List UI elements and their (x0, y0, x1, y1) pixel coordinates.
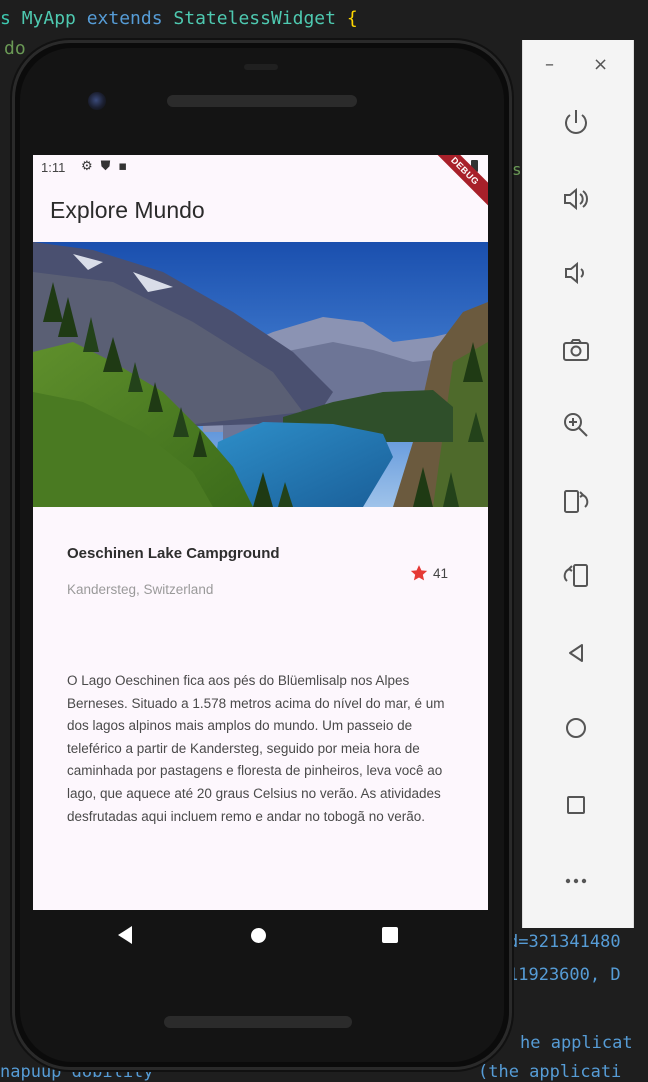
rotate-left-button[interactable] (553, 552, 599, 598)
sensor-notch (244, 64, 278, 70)
front-camera (88, 92, 106, 110)
console-line-1: d=321341480 (508, 932, 621, 952)
emu-overview-button[interactable] (553, 782, 599, 828)
console-line-4-right: (the applicati (478, 1062, 622, 1082)
home-icon (566, 718, 586, 738)
close-button[interactable]: × (593, 54, 608, 75)
gear-icon: ⚙ (81, 159, 93, 174)
shield-icon: ⛊ (100, 159, 111, 174)
rating[interactable]: 41 (409, 563, 448, 583)
rotate-right-icon (564, 490, 589, 513)
emu-home-button[interactable] (553, 705, 599, 751)
volume-up-button[interactable] (553, 176, 599, 222)
earpiece-speaker (167, 95, 357, 107)
back-icon (569, 644, 583, 662)
code-line-2: do (4, 38, 26, 59)
star-icon[interactable] (409, 563, 429, 583)
place-name: Oeschinen Lake Campground (67, 545, 280, 562)
place-location: Kandersteg, Switzerland (67, 582, 214, 597)
emulator-toolbar: – × (522, 40, 634, 928)
volume-up-icon (564, 187, 588, 211)
lake-hero-image (33, 242, 488, 507)
app-screen: 1:11 ⚙ ⛊ ▪ DEBUG Explore Mundo Oeschinen… (33, 155, 488, 910)
zoom-button[interactable] (553, 402, 599, 448)
status-bar: 1:11 ⚙ ⛊ ▪ DEBUG (33, 155, 488, 209)
emu-back-button[interactable] (553, 630, 599, 676)
console-line-2: 11923600, D (508, 965, 621, 985)
power-button[interactable] (553, 100, 599, 146)
more-icon (565, 878, 587, 884)
code-text: s (0, 8, 22, 29)
zoom-in-icon (564, 413, 588, 437)
bottom-speaker (164, 1016, 352, 1028)
volume-down-button[interactable] (553, 250, 599, 296)
sim-icon: ▪ (118, 159, 128, 174)
minimize-button[interactable]: – (545, 54, 554, 75)
back-icon[interactable] (118, 926, 132, 944)
code-keyword: extends (75, 8, 174, 29)
code-fragment: s (512, 160, 522, 179)
status-icons: ⚙ ⛊ ▪ (81, 159, 127, 174)
rating-count: 41 (433, 565, 449, 581)
code-brace: { (335, 8, 358, 29)
more-button[interactable] (553, 858, 599, 904)
app-bar-title: Explore Mundo (50, 197, 205, 223)
recents-icon[interactable] (382, 927, 398, 943)
app-bar: Explore Mundo (33, 181, 488, 241)
rotate-right-button[interactable] (553, 478, 599, 524)
status-time: 1:11 (41, 160, 66, 175)
home-icon[interactable] (251, 928, 266, 943)
console-line-3: he applicat (520, 1033, 633, 1053)
screenshot-button[interactable] (553, 327, 599, 373)
code-line-class-declaration: s MyApp extends StatelessWidget { (0, 8, 358, 29)
code-class-name: MyApp (21, 8, 76, 29)
camera-icon (563, 339, 589, 361)
place-title-row: Oeschinen Lake Campground Kandersteg, Sw… (33, 507, 488, 617)
code-superclass: StatelessWidget (173, 8, 336, 29)
android-nav-bar (33, 910, 488, 962)
volume-down-icon (565, 261, 584, 285)
rotate-left-icon (563, 564, 588, 587)
overview-icon (567, 796, 585, 814)
power-icon (565, 110, 587, 134)
place-description: O Lago Oeschinen fica aos pés do Blüemli… (67, 673, 445, 824)
